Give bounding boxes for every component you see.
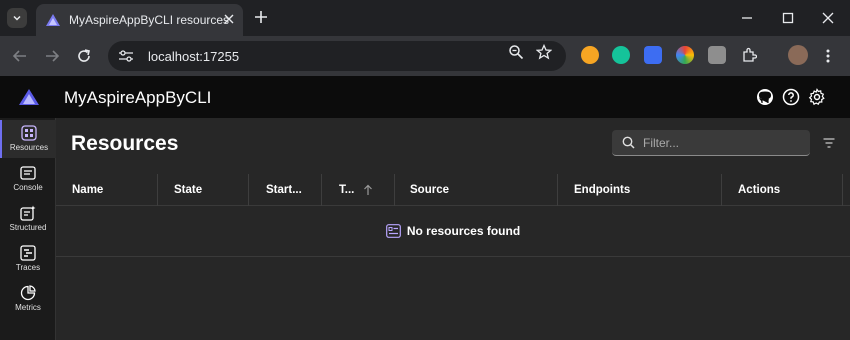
tab-title: MyAspireAppByCLI resources	[69, 13, 230, 27]
column-header-actions[interactable]: Actions	[738, 174, 780, 206]
sidebar-label-metrics: Metrics	[15, 303, 41, 312]
browser-menu-icon[interactable]	[822, 48, 834, 64]
traces-icon	[20, 245, 36, 261]
maximize-icon[interactable]	[781, 11, 795, 25]
column-divider[interactable]	[557, 174, 558, 206]
reload-icon[interactable]	[76, 48, 92, 64]
sidebar-item-structured[interactable]: Structured	[0, 200, 56, 238]
site-settings-icon[interactable]	[118, 49, 134, 63]
sidebar-item-traces[interactable]: Traces	[0, 240, 56, 278]
forward-icon[interactable]	[44, 48, 60, 64]
filter-input[interactable]: Filter...	[612, 130, 810, 156]
settings-gear-icon[interactable]	[808, 88, 826, 106]
structured-icon	[20, 205, 36, 221]
app-header: MyAspireAppByCLI	[0, 76, 850, 118]
sort-ascending-icon[interactable]	[363, 184, 373, 196]
address-bar[interactable]: localhost:17255	[108, 41, 566, 71]
sidebar-label-resources: Resources	[9, 143, 49, 152]
help-icon[interactable]	[782, 88, 800, 106]
empty-resources-icon	[385, 224, 401, 238]
sidebar-label-structured: Structured	[9, 223, 47, 232]
filter-placeholder: Filter...	[643, 135, 680, 150]
screenshot-icon[interactable]	[708, 46, 726, 64]
column-header-name[interactable]: Name	[72, 174, 103, 206]
filter-options-icon[interactable]	[823, 138, 835, 148]
back-icon[interactable]	[12, 48, 28, 64]
aspire-dashboard: MyAspireAppByCLI Resources Console Struc…	[0, 76, 850, 340]
search-icon	[622, 136, 635, 149]
column-header-start-time[interactable]: Start...	[266, 174, 302, 206]
sidebar-item-resources[interactable]: Resources	[0, 120, 56, 158]
sidebar-item-metrics[interactable]: Metrics	[0, 280, 56, 318]
table-header: Name State Start... T... Source Endpoint…	[56, 174, 850, 206]
color-picker-icon[interactable]	[676, 46, 694, 64]
column-divider[interactable]	[842, 174, 843, 206]
app-name: MyAspireAppByCLI	[64, 88, 212, 107]
main-content: Resources Filter... Name State Start... …	[56, 118, 850, 340]
side-navigation: Resources Console Structured Traces Metr…	[0, 118, 56, 340]
column-header-source[interactable]: Source	[410, 174, 449, 206]
column-header-type[interactable]: T...	[339, 174, 354, 206]
browser-tabstrip: MyAspireAppByCLI resources	[0, 0, 850, 36]
chevron-down-icon	[13, 15, 21, 21]
column-header-state[interactable]: State	[174, 174, 202, 206]
column-divider[interactable]	[394, 174, 395, 206]
sidebar-item-console[interactable]: Console	[0, 160, 56, 198]
profile-avatar[interactable]	[788, 45, 808, 65]
grammarly-icon[interactable]	[612, 46, 630, 64]
close-tab-icon[interactable]	[223, 13, 235, 25]
console-icon	[20, 166, 36, 180]
aspire-logo-icon[interactable]	[18, 88, 40, 106]
empty-message: No resources found	[406, 224, 521, 238]
browser-toolbar: localhost:17255	[0, 36, 850, 76]
resources-icon	[21, 125, 37, 141]
bookmark-star-icon[interactable]	[536, 44, 552, 60]
column-divider[interactable]	[721, 174, 722, 206]
column-divider[interactable]	[321, 174, 322, 206]
tab-search-button[interactable]	[7, 8, 27, 28]
browser-tab-active[interactable]: MyAspireAppByCLI resources	[36, 4, 243, 36]
page-title: Resources	[71, 132, 179, 155]
aspire-favicon-icon	[46, 14, 60, 26]
metrics-icon	[20, 285, 36, 301]
url-text: localhost:17255	[148, 48, 240, 64]
extensions-puzzle-icon[interactable]	[741, 47, 757, 63]
extension-orange-icon[interactable]	[581, 46, 599, 64]
empty-table-row: No resources found	[56, 206, 850, 257]
column-divider[interactable]	[157, 174, 158, 206]
sidebar-label-traces: Traces	[15, 263, 41, 272]
github-icon[interactable]	[756, 88, 774, 106]
close-window-icon[interactable]	[821, 11, 835, 25]
column-header-endpoints[interactable]: Endpoints	[574, 174, 630, 206]
zoom-icon[interactable]	[508, 44, 524, 60]
minimize-icon[interactable]	[740, 11, 754, 25]
column-divider[interactable]	[248, 174, 249, 206]
extension-tag-icon[interactable]	[644, 46, 662, 64]
sidebar-label-console: Console	[13, 183, 43, 192]
new-tab-icon[interactable]	[252, 8, 270, 26]
